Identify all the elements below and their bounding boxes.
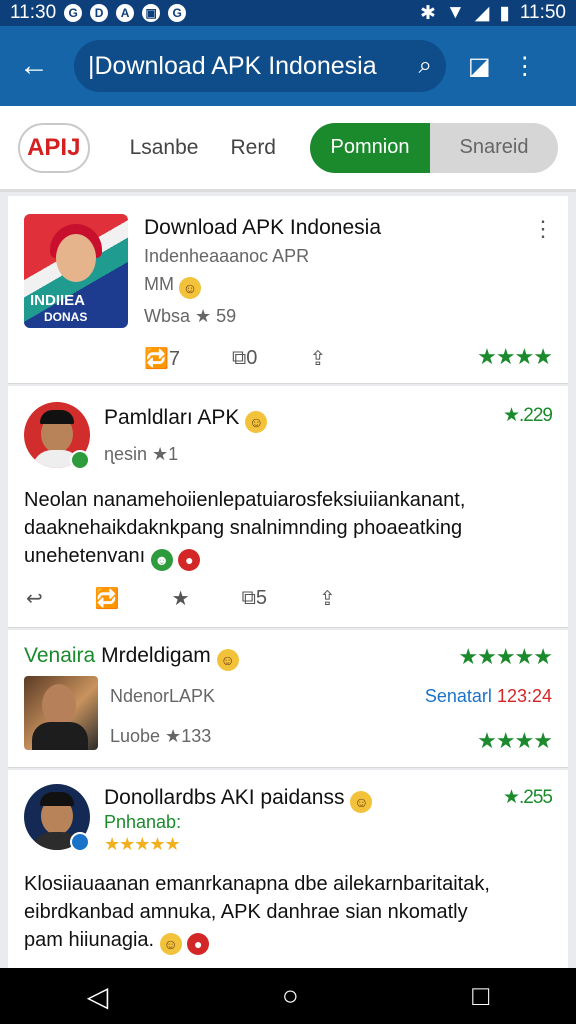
app-title[interactable]: Venaira Mrdeldigam ☺: [24, 644, 239, 671]
notification-icon: G: [168, 4, 187, 22]
avatar-hat: [40, 410, 74, 424]
emoji-icon: ☺: [179, 277, 202, 299]
avatar-hat: [40, 792, 74, 806]
user-rating-stars: ★★★★★: [104, 834, 181, 854]
share-button[interactable]: ⇪: [319, 586, 336, 611]
review-line: eibrdkanbad amnuka, APK danhrae sian nko…: [24, 901, 468, 923]
meta-text: MM: [144, 274, 174, 294]
photo-shirt: [32, 722, 88, 750]
app-bar: ← |Download APK Indonesia ⌕ ◪ ⋮: [0, 26, 576, 106]
more-vert-icon[interactable]: ⋮: [532, 216, 554, 242]
app-rating: Wbsa ★ 59: [144, 306, 237, 326]
system-nav-bar: ◁ ○ □: [0, 968, 576, 1024]
review-handle: Pnhanab:: [104, 812, 182, 832]
apk-logo-chip[interactable]: APIJ: [18, 122, 90, 173]
copy-button[interactable]: ⧉0: [232, 347, 257, 370]
verified-badge-icon: [70, 450, 90, 470]
nav-home-icon[interactable]: ○: [282, 980, 299, 1012]
favorite-button[interactable]: ★: [172, 586, 190, 611]
emoji-icon: ☻: [150, 549, 173, 571]
app-thumbnail[interactable]: INDIIEA DONAS: [24, 214, 128, 328]
repost-button[interactable]: 🔁: [95, 586, 120, 611]
repost-button[interactable]: 🔁7: [144, 346, 180, 371]
rating-stars: ★★★★: [477, 728, 553, 753]
link-number: 123:24: [496, 686, 552, 706]
reply-button[interactable]: ↩: [26, 586, 43, 611]
share-button[interactable]: ⇪: [309, 346, 326, 371]
segmented-toggle: Pomnion Snareid: [310, 122, 558, 173]
review-handle: ɳesin ★1: [104, 444, 179, 464]
review-line: Klosiiauaanan emanrkanapna dbe ailekarnb…: [24, 873, 490, 895]
author-name: Donollardbs AKI paidanss: [104, 786, 345, 809]
verified-badge-icon: [70, 832, 90, 852]
photo-face: [42, 684, 76, 726]
nav-recents-icon[interactable]: □: [472, 980, 489, 1012]
bluetooth-icon: ✱: [420, 2, 436, 24]
app-link[interactable]: Senatarl 123:24: [425, 686, 552, 707]
emoji-icon: ●: [178, 549, 201, 571]
wifi-icon: ▼: [445, 2, 465, 23]
app-meta: MM ☺: [144, 274, 202, 299]
app-rating: Luobe ★133: [110, 726, 212, 746]
status-time-right: 11:50: [519, 2, 566, 23]
app-subtitle: NdenorLAPK: [110, 686, 216, 706]
emoji-icon: ☺: [159, 933, 182, 955]
card-actions: 🔁7 ⧉0 ⇪: [144, 346, 378, 371]
rating-stars: ★★★★: [477, 344, 553, 369]
status-time: 11:30: [10, 2, 57, 23]
app-subtitle: Indenheaaanoc APR: [144, 246, 310, 266]
review-card[interactable]: Donollardbs AKI paidanss ☺ ★.255 Pnhanab…: [8, 770, 568, 970]
copy-button[interactable]: ⧉5: [242, 587, 267, 610]
title-highlight: Venaira: [24, 644, 96, 667]
author-name: Pamldları APK: [104, 406, 240, 429]
filter-bar: APIJ Lsanbe Rerd Pomnion Snareid: [0, 106, 576, 192]
segment-unselected[interactable]: Snareid: [430, 122, 558, 173]
nav-back-icon[interactable]: ◁: [87, 980, 109, 1013]
more-vert-icon[interactable]: ⋮: [513, 52, 537, 81]
review-card[interactable]: Pamldları APK ☺ ★.229 ɳesin ★1 Neolan na…: [8, 386, 568, 628]
review-author[interactable]: Pamldları APK ☺: [104, 406, 268, 433]
signal-icon: ◢: [474, 2, 490, 24]
share-screen-icon[interactable]: ◪: [468, 52, 491, 81]
status-bar: 11:30 G D A ▣ G ✱ ▼ ◢ ▮ 11:50: [0, 0, 576, 26]
filter-chip[interactable]: Lsanbe: [130, 136, 199, 160]
review-score: ★.229: [502, 405, 553, 426]
app-card[interactable]: Venaira Mrdeldigam ☺ ★★★★★ NdenorLAPK Se…: [8, 630, 568, 768]
battery-icon: ▮: [499, 2, 510, 24]
search-text[interactable]: |Download APK Indonesia: [88, 52, 419, 81]
review-text: Neolan nanamehoiienlepatuiarosfeksiuiian…: [24, 489, 466, 567]
notification-icon: G: [64, 4, 83, 22]
emoji-icon: ☺: [245, 411, 268, 433]
segment-selected[interactable]: Pomnion: [310, 122, 430, 173]
notification-icon: ▣: [142, 4, 161, 22]
app-thumbnail[interactable]: [24, 676, 98, 750]
app-title[interactable]: Download APK Indonesia: [144, 216, 381, 240]
emoji-icon: ☺: [350, 791, 373, 813]
filter-chip[interactable]: Rerd: [230, 136, 276, 160]
thumbnail-text: INDIIEA: [30, 292, 86, 309]
emoji-icon: ●: [187, 933, 210, 955]
review-actions: ↩ 🔁 ★ ⧉5 ⇪: [26, 586, 388, 611]
title-rest: Mrdeldigam: [101, 644, 211, 667]
rating-stars: ★★★★★: [458, 644, 553, 669]
review-score: ★.255: [502, 787, 553, 808]
link-text[interactable]: Senatarl: [425, 686, 492, 706]
notification-icon: D: [90, 4, 109, 22]
emoji-icon: ☺: [216, 649, 239, 671]
review-line: pam hiiunagia.: [24, 929, 155, 951]
app-card[interactable]: INDIIEA DONAS Download APK Indonesia Ind…: [8, 196, 568, 384]
review-body: Neolan nanamehoiienlepatuiarosfeksiuiian…: [24, 486, 544, 571]
review-author[interactable]: Donollardbs AKI paidanss ☺: [104, 786, 373, 813]
back-arrow-icon[interactable]: ←: [12, 49, 56, 83]
search-icon[interactable]: ⌕: [419, 52, 432, 80]
notification-icon: A: [116, 4, 135, 22]
thumbnail-face: [56, 234, 96, 282]
thumbnail-text: DONAS: [44, 310, 88, 324]
review-body: Klosiiauaanan emanrkanapna dbe ailekarnb…: [24, 870, 544, 955]
search-input[interactable]: |Download APK Indonesia ⌕: [74, 40, 446, 92]
